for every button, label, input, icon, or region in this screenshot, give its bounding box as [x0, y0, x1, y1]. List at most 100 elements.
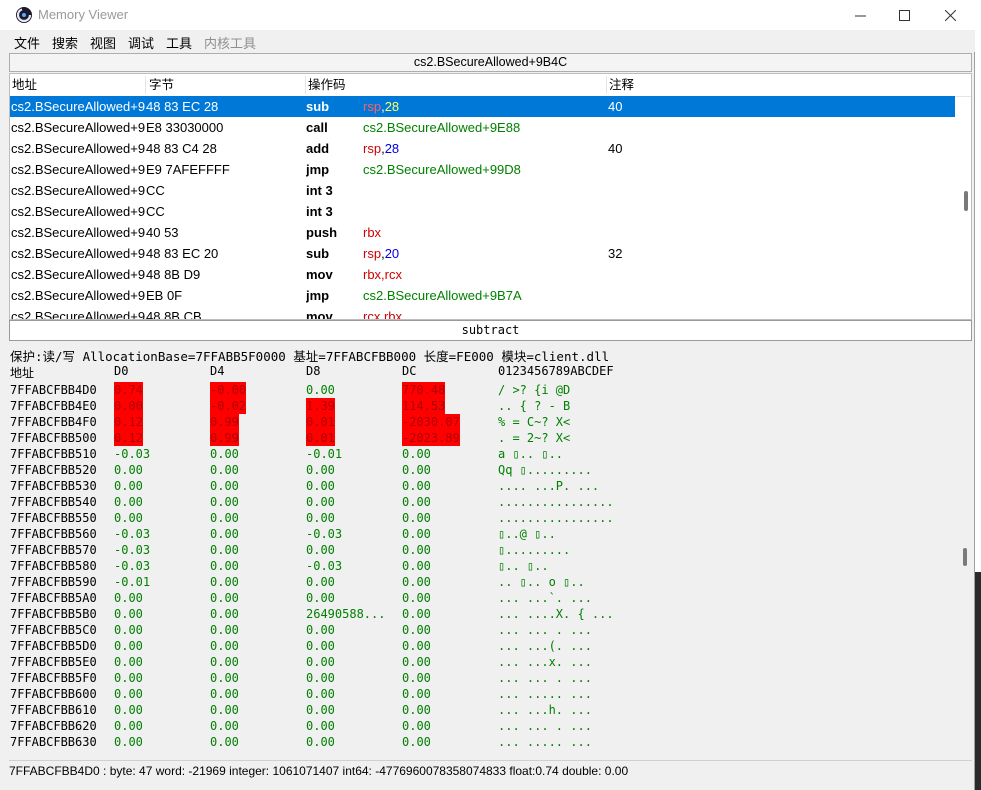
- hex-row[interactable]: 7FFABCFBB590 -0.01 0.00 0.00 0.00 .. ▯.. o ▯.…: [9, 574, 959, 590]
- disasm-row[interactable]: cs2.BSecureAllowed+9B69EB 0F jmp cs2.BSecu…: [10, 285, 955, 306]
- hex-value[interactable]: -0.03: [114, 558, 150, 574]
- hex-row[interactable]: 7FFABCFBB520 0.00 0.00 0.00 0.00 Qq ▯.......…: [9, 462, 959, 478]
- hex-value[interactable]: 0.00: [114, 590, 143, 606]
- hex-value[interactable]: -0.03: [114, 526, 150, 542]
- hex-value[interactable]: 0.00: [210, 686, 239, 702]
- hex-value[interactable]: 0.00: [210, 734, 239, 750]
- hex-row[interactable]: 7FFABCFBB570 -0.03 0.00 0.00 0.00 ▯.........: [9, 542, 959, 558]
- hex-value[interactable]: -2030.07: [402, 414, 460, 430]
- hex-value[interactable]: 0.00: [306, 462, 335, 478]
- hex-row[interactable]: 7FFABCFBB4F0 0.12 0.99 0.01 -2030.07 % = C~?…: [9, 414, 959, 430]
- hex-value[interactable]: 0.00: [114, 462, 143, 478]
- hex-ascii[interactable]: / >? {i @D: [498, 382, 570, 398]
- hex-value[interactable]: -0.00: [210, 382, 247, 398]
- hex-value[interactable]: 0.00: [402, 558, 431, 574]
- disasm-row[interactable]: cs2.BSecureAllowed+9B6248 83 EC 20 sub rsp…: [10, 243, 955, 264]
- hex-ascii[interactable]: Qq ▯.........: [498, 462, 592, 478]
- hex-value[interactable]: 0.01: [306, 414, 335, 430]
- hex-value[interactable]: 0.00: [402, 622, 431, 638]
- hex-ascii[interactable]: ... ..... ...: [498, 686, 592, 702]
- hex-value[interactable]: 0.00: [402, 494, 431, 510]
- hex-value[interactable]: 0.00: [402, 718, 431, 734]
- minimize-button[interactable]: [837, 0, 883, 30]
- hex-ascii[interactable]: ▯.. ▯..: [498, 558, 549, 574]
- hex-value[interactable]: 0.00: [114, 718, 143, 734]
- hex-value[interactable]: 0.00: [306, 622, 335, 638]
- column-separator[interactable]: [145, 76, 146, 94]
- hex-ascii[interactable]: ................: [498, 494, 614, 510]
- hex-row[interactable]: 7FFABCFBB500 0.12 0.99 0.01 -2023.89 . = 2~?…: [9, 430, 959, 446]
- hex-value[interactable]: 0.00: [402, 654, 431, 670]
- hex-value[interactable]: 0.00: [402, 606, 431, 622]
- title-bar[interactable]: Memory Viewer: [0, 0, 975, 30]
- hex-row[interactable]: 7FFABCFBB540 0.00 0.00 0.00 0.00............…: [9, 494, 959, 510]
- hex-value[interactable]: 0.00: [114, 686, 143, 702]
- hex-ascii[interactable]: ... ....X. { ...: [498, 606, 614, 622]
- hex-view[interactable]: 保护:读/写 AllocationBase=7FFABB5F0000 基址=7F…: [9, 343, 972, 759]
- hex-ascii[interactable]: a ▯.. ▯..: [498, 446, 563, 462]
- disassembler-view[interactable]: 地址 字节 操作码 注释 cs2.BSecureAllowed+9B4C48 8…: [9, 73, 972, 320]
- hex-row[interactable]: 7FFABCFBB560 -0.03 0.00 -0.03 0.00 ▯..@ ▯..: [9, 526, 959, 542]
- hex-row[interactable]: 7FFABCFBB600 0.00 0.00 0.00 0.00 ... ..... .…: [9, 686, 959, 702]
- hex-value[interactable]: 0.00: [306, 702, 335, 718]
- hex-value[interactable]: 0.00: [402, 734, 431, 750]
- hex-value[interactable]: 0.00: [306, 494, 335, 510]
- menu-tools[interactable]: 工具: [166, 33, 192, 52]
- disassembler-scrollbar[interactable]: [963, 96, 971, 319]
- hex-value[interactable]: 0.00: [210, 670, 239, 686]
- disasm-row[interactable]: cs2.BSecureAllowed+9B5ECC int 3: [10, 180, 955, 201]
- hex-value[interactable]: 0.01: [306, 430, 335, 446]
- hex-value[interactable]: 0.00: [210, 638, 239, 654]
- disasm-row[interactable]: cs2.BSecureAllowed+9B4C48 83 EC 28 sub rsp…: [10, 96, 955, 117]
- hex-ascii[interactable]: ... ...x. ...: [498, 654, 592, 670]
- hex-value[interactable]: 0.00: [402, 446, 431, 462]
- menu-search[interactable]: 搜索: [52, 33, 78, 52]
- hex-value[interactable]: -0.01: [114, 574, 150, 590]
- hex-row[interactable]: 7FFABCFBB5F0 0.00 0.00 0.00 0.00 ... ... . .…: [9, 670, 959, 686]
- hex-value[interactable]: 0.00: [210, 574, 239, 590]
- hex-value[interactable]: 0.00: [306, 478, 335, 494]
- hex-value[interactable]: 0.00: [210, 702, 239, 718]
- hex-value[interactable]: 0.00: [306, 542, 335, 558]
- hex-row[interactable]: 7FFABCFBB530 0.00 0.00 0.00 0.00 .... ...P. .…: [9, 478, 959, 494]
- hex-value[interactable]: 0.00: [114, 398, 143, 414]
- hex-value[interactable]: 1.39: [306, 398, 335, 414]
- hex-ascii[interactable]: ... ...`. ...: [498, 590, 592, 606]
- hex-value[interactable]: 0.00: [306, 638, 335, 654]
- menu-debug[interactable]: 调试: [128, 33, 154, 52]
- hex-value[interactable]: 0.00: [306, 734, 335, 750]
- hex-ascii[interactable]: ... ... . ...: [498, 718, 592, 734]
- hex-value[interactable]: 0.00: [210, 494, 239, 510]
- hex-value[interactable]: 770.48: [402, 382, 446, 398]
- hex-value[interactable]: 0.00: [402, 638, 431, 654]
- hex-value[interactable]: -0.03: [114, 542, 150, 558]
- hex-value[interactable]: 0.00: [114, 670, 143, 686]
- column-bytes[interactable]: 字节: [149, 77, 174, 93]
- hex-value[interactable]: 0.74: [114, 382, 143, 398]
- hex-value[interactable]: -0.02: [210, 398, 247, 414]
- column-address[interactable]: 地址: [12, 77, 37, 93]
- disasm-row[interactable]: cs2.BSecureAllowed+9B6B48 8B CB mov rcx,rb…: [10, 306, 955, 319]
- scrollbar-thumb[interactable]: [963, 548, 967, 566]
- hex-row[interactable]: 7FFABCFBB5A0 0.00 0.00 0.00 0.00 ... ...`. .…: [9, 590, 959, 606]
- hex-row[interactable]: 7FFABCFBB510 -0.03 0.00 -0.01 0.00 a ▯.. ▯..: [9, 446, 959, 462]
- hex-ascii[interactable]: ... ...(. ...: [498, 638, 592, 654]
- hex-row[interactable]: 7FFABCFBB5C0 0.00 0.00 0.00 0.00 ... ... . .…: [9, 622, 959, 638]
- hex-value[interactable]: 0.00: [402, 510, 431, 526]
- hex-ascii[interactable]: ... ... . ...: [498, 670, 592, 686]
- hex-value[interactable]: -0.03: [306, 558, 342, 574]
- current-address-bar[interactable]: cs2.BSecureAllowed+9B4C: [9, 53, 972, 72]
- hex-value[interactable]: 0.00: [402, 702, 431, 718]
- hex-value[interactable]: 0.00: [210, 590, 239, 606]
- hex-row[interactable]: 7FFABCFBB620 0.00 0.00 0.00 0.00 ... ... . .…: [9, 718, 959, 734]
- hex-ascii[interactable]: ... ...h. ...: [498, 702, 592, 718]
- disasm-row[interactable]: cs2.BSecureAllowed+9B5FCC int 3: [10, 201, 955, 222]
- hex-row[interactable]: 7FFABCFBB610 0.00 0.00 0.00 0.00 ... ...h. .…: [9, 702, 959, 718]
- hex-value[interactable]: 0.00: [210, 654, 239, 670]
- column-separator[interactable]: [606, 76, 607, 94]
- hex-value[interactable]: 0.00: [114, 702, 143, 718]
- hex-value[interactable]: 0.00: [306, 686, 335, 702]
- hex-value[interactable]: 0.00: [402, 686, 431, 702]
- hex-value[interactable]: 0.00: [402, 526, 431, 542]
- hex-value[interactable]: -2023.89: [402, 430, 460, 446]
